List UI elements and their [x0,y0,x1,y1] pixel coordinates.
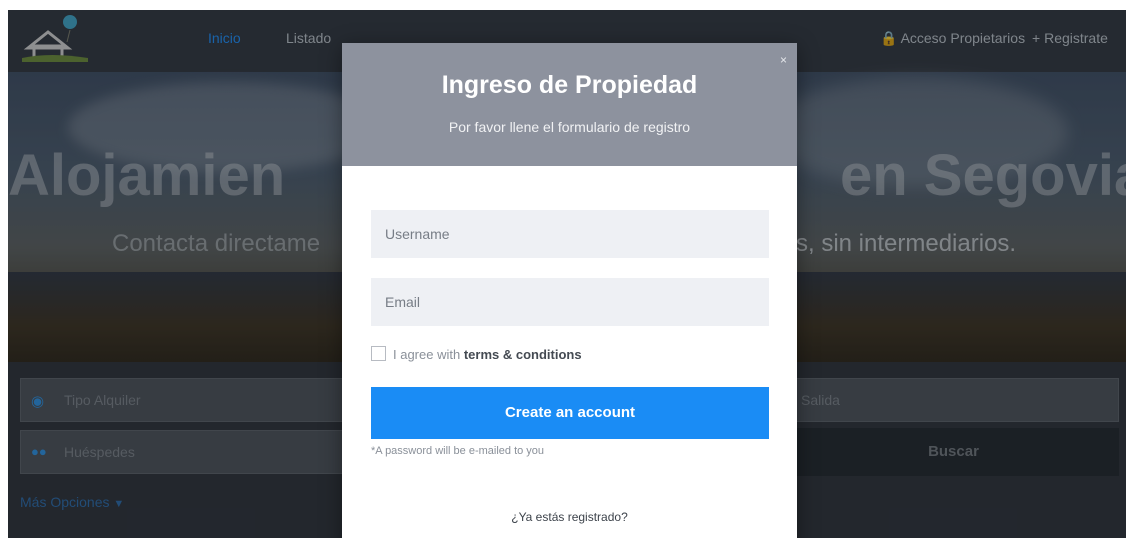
create-account-button[interactable]: Create an account [371,387,769,439]
close-icon[interactable]: × [780,53,787,67]
modal-header: × Ingreso de Propiedad Por favor llene e… [342,43,797,166]
already-registered-link[interactable]: ¿Ya estás registrado? [342,510,797,524]
register-property-modal: × Ingreso de Propiedad Por favor llene e… [342,43,797,538]
terms-prefix: I agree with [393,347,464,362]
username-input[interactable] [371,210,769,258]
terms-label: I agree with terms & conditions [393,347,582,362]
terms-link[interactable]: terms & conditions [464,347,582,362]
terms-checkbox[interactable] [371,346,386,361]
modal-title: Ingreso de Propiedad [441,71,698,99]
email-input[interactable] [371,278,769,326]
modal-subtitle: Por favor llene el formulario de registr… [448,119,691,135]
page: Inicio Listado 🔒 Acceso Propietarios + R… [8,10,1126,538]
password-hint: *A password will be e-mailed to you [371,445,545,457]
